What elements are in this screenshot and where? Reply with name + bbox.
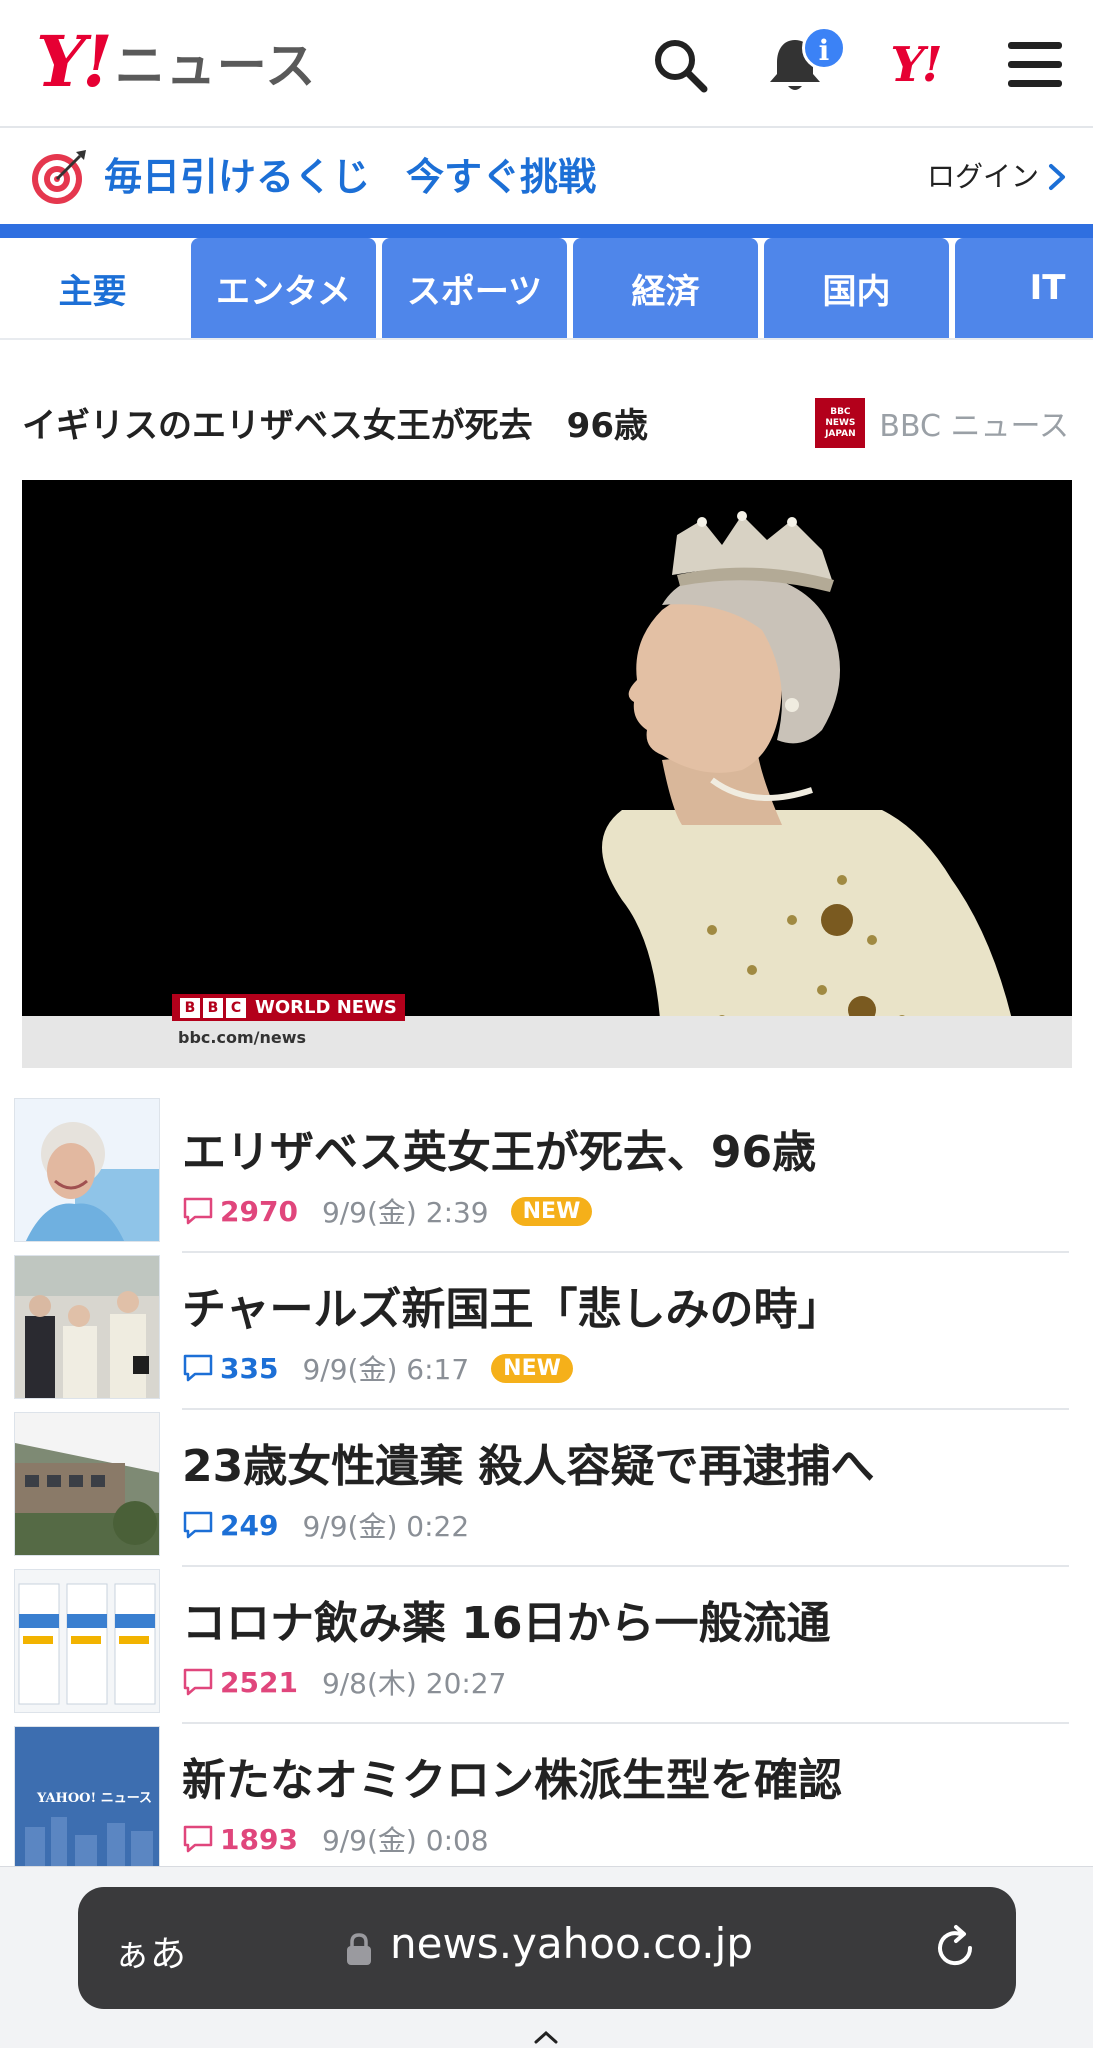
promo-label: 毎日引けるくじ (104, 155, 371, 199)
list-item[interactable]: チャールズ新国王「悲しみの時」 335 9/9(金) 6:17 NEW (0, 1253, 1093, 1410)
tabs: 主要 エンタメ スポーツ 経済 国内 IT (0, 238, 1093, 338)
chevron-up-icon[interactable] (533, 2030, 559, 2044)
top-story-source[interactable]: BBC NEWS JAPAN BBC ニュース (815, 398, 1069, 448)
article-thumbnail: YAHOO! ニュース (14, 1726, 160, 1870)
article-title: 23歳女性遺棄 殺人容疑で再逮捕へ (182, 1441, 875, 1492)
bbc-news-logo: BBC NEWS JAPAN (815, 398, 866, 448)
comment-icon (183, 1511, 213, 1539)
search-icon[interactable] (645, 30, 715, 100)
tab-domestic[interactable]: 国内 (764, 238, 949, 338)
top-header: Y! ニュース i Y! (0, 0, 1093, 128)
article-list: エリザベス英女王が死去、96歳 2970 9/9(金) 2:39 NEW チャー… (0, 1096, 1093, 1881)
yahoo-news-logo[interactable]: Y! ニュース (36, 26, 316, 98)
comment-icon (183, 1354, 213, 1382)
url-text[interactable]: news.yahoo.co.jp (390, 1919, 753, 1968)
target-icon (30, 148, 88, 206)
article-title: コロナ飲み薬 16日から一般流通 (182, 1598, 831, 1649)
source-name: BBC ニュース (879, 409, 1069, 444)
category-tab-bar: 主要 エンタメ スポーツ 経済 国内 IT (0, 224, 1093, 354)
bbc-letter-2: B (203, 997, 223, 1018)
tab-main[interactable]: 主要 (0, 238, 185, 338)
bbc-logo-line-2: NEWS (825, 417, 856, 428)
comment-icon (183, 1825, 213, 1853)
tab-entertainment[interactable]: エンタメ (191, 238, 376, 338)
list-item[interactable]: エリザベス英女王が死去、96歳 2970 9/9(金) 2:39 NEW (0, 1096, 1093, 1253)
list-item[interactable]: コロナ飲み薬 16日から一般流通 2521 9/8(木) 20:27 (0, 1567, 1093, 1724)
thumb-yahoo-news-text: YAHOO! ニュース (37, 1791, 153, 1806)
bbc-url: bbc.com/news (178, 1028, 307, 1047)
lottery-promo-bar[interactable]: 毎日引けるくじ 今すぐ挑戦 ログイン (0, 130, 1093, 224)
tab-underline (0, 338, 1093, 354)
article-meta: 249 9/9(金) 0:22 (182, 1505, 469, 1545)
list-item[interactable]: YAHOO! ニュース 新たなオミクロン株派生型を確認 1893 9/9(金) … (0, 1724, 1093, 1881)
login-link[interactable]: ログイン (927, 148, 1067, 206)
comment-count: 2970 (220, 1194, 298, 1228)
lock-icon (347, 1933, 371, 1965)
promo-text[interactable]: 毎日引けるくじ 今すぐ挑戦 (104, 148, 596, 206)
article-meta: 2970 9/9(金) 2:39 NEW (182, 1191, 593, 1231)
comment-count: 335 (220, 1351, 279, 1385)
article-thumbnail (14, 1412, 160, 1556)
bbc-logo-line-3: JAPAN (825, 428, 856, 439)
bbc-world-news-text: WORLD NEWS (255, 997, 397, 1018)
new-badge: NEW (510, 1196, 593, 1226)
comment-count: 249 (220, 1508, 279, 1542)
logo-mark: Y! (36, 20, 113, 103)
address-bar[interactable]: ぁあ news.yahoo.co.jp (78, 1887, 1016, 2009)
article-meta: 2521 9/8(木) 20:27 (182, 1662, 506, 1702)
article-meta: 335 9/9(金) 6:17 NEW (182, 1348, 573, 1388)
menu-icon[interactable] (1000, 30, 1070, 100)
comment-icon (183, 1668, 213, 1696)
promo-cta[interactable]: 今すぐ挑戦 (406, 155, 596, 199)
comment-count: 2521 (220, 1665, 298, 1699)
yahoo-japan-icon[interactable]: Y! (880, 30, 950, 100)
bbc-logo-line-1: BBC (830, 406, 851, 417)
article-date: 9/9(金) 0:22 (302, 1510, 470, 1543)
article-date: 9/9(金) 2:39 (321, 1196, 489, 1229)
tab-sports[interactable]: スポーツ (382, 238, 567, 338)
article-meta: 1893 9/9(金) 0:08 (182, 1819, 489, 1859)
notification-badge[interactable]: i (802, 26, 846, 70)
bbc-world-news-logo: B B C WORLD NEWS (172, 994, 405, 1021)
article-title: 新たなオミクロン株派生型を確認 (182, 1755, 842, 1806)
article-thumbnail (14, 1255, 160, 1399)
chevron-right-icon (1049, 164, 1065, 190)
article-date: 9/9(金) 0:08 (321, 1824, 489, 1857)
login-label: ログイン (926, 160, 1039, 193)
browser-toolbar: ぁあ news.yahoo.co.jp (0, 1866, 1093, 2048)
article-title: エリザベス英女王が死去、96歳 (182, 1127, 817, 1178)
tab-economy[interactable]: 経済 (573, 238, 758, 338)
comment-count: 1893 (220, 1822, 298, 1856)
new-badge: NEW (491, 1353, 573, 1383)
article-title: チャールズ新国王「悲しみの時」 (182, 1284, 842, 1335)
queen-portrait-image (602, 511, 1022, 1068)
top-story-video[interactable]: B B C WORLD NEWS bbc.com/news (22, 480, 1072, 1068)
yj-mark: Y! (890, 37, 942, 93)
article-date: 9/9(金) 6:17 (302, 1353, 470, 1386)
top-story-headline[interactable]: イギリスのエリザベス女王が死去 96歳 (22, 398, 648, 447)
article-date: 9/8(木) 20:27 (321, 1667, 507, 1700)
page-settings-button[interactable]: ぁあ (114, 1925, 186, 1977)
logo-text: ニュース (114, 37, 317, 95)
reload-icon[interactable] (930, 1923, 980, 1973)
bbc-letter-3: C (226, 997, 246, 1018)
list-item[interactable]: 23歳女性遺棄 殺人容疑で再逮捕へ 249 9/9(金) 0:22 (0, 1410, 1093, 1567)
article-thumbnail (14, 1569, 160, 1713)
tab-it[interactable]: IT (955, 238, 1093, 338)
comment-icon (183, 1197, 213, 1225)
bbc-letter-1: B (180, 997, 200, 1018)
tab-stripe (0, 224, 1093, 238)
article-thumbnail (14, 1098, 160, 1242)
